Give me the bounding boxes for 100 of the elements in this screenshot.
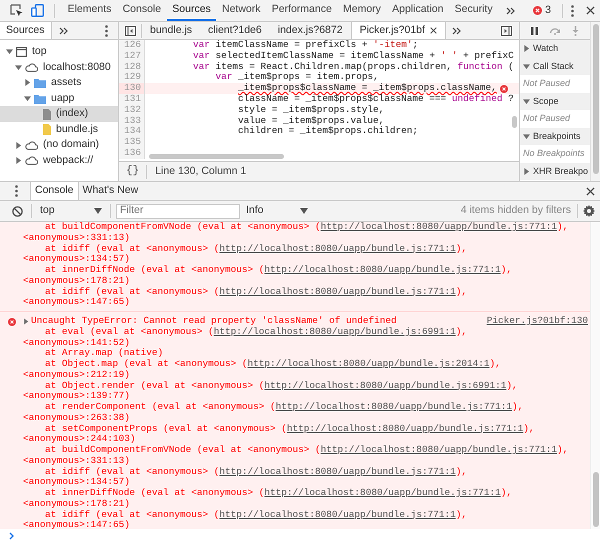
disclosure-triangle-icon[interactable] bbox=[24, 79, 31, 86]
line-number: 129 bbox=[119, 72, 145, 84]
stack-frame-text: at buildComponentFromVNode (eval at <anonymous> (http://localhost:8080/uapp/bundle.js:771:1), bbox=[44, 445, 570, 456]
stack-frame-text: at Array.map (native) bbox=[44, 348, 164, 359]
disclosure-triangle-icon[interactable] bbox=[523, 98, 530, 105]
file-tab[interactable]: index.js?6872 bbox=[270, 22, 351, 39]
tree-item[interactable]: top bbox=[0, 44, 118, 60]
section-header[interactable]: Scope bbox=[520, 92, 590, 110]
device-icon[interactable] bbox=[31, 4, 44, 17]
close-icon[interactable] bbox=[430, 27, 437, 34]
source-link[interactable]: http://localhost:8080/uapp/bundle.js:771:1 bbox=[276, 401, 512, 412]
source-link[interactable]: http://localhost:8080/uapp/bundle.js:771:1 bbox=[286, 422, 524, 434]
context-dropdown[interactable]: top bbox=[38, 203, 102, 219]
disclosure-triangle-icon[interactable] bbox=[15, 142, 22, 149]
disclosure-triangle-icon[interactable] bbox=[523, 45, 530, 52]
line-number: 131 bbox=[119, 94, 145, 105]
sidebar-toggle-icon[interactable] bbox=[501, 26, 512, 36]
source-link[interactable]: Picker.js?01bf:130 bbox=[486, 316, 588, 327]
caret-icon bbox=[300, 208, 308, 214]
line-number: 133 bbox=[119, 116, 145, 126]
panel-tab[interactable]: Security bbox=[449, 0, 498, 21]
tree-item[interactable]: localhost:8080 bbox=[0, 60, 118, 76]
empty-state-text: No Breakpoints bbox=[522, 147, 586, 160]
source-link[interactable]: http://localhost:8080/uapp/bundle.js:771:1 bbox=[219, 242, 456, 254]
disclosure-triangle-icon[interactable] bbox=[15, 64, 22, 71]
disclosure-triangle-icon[interactable] bbox=[523, 132, 530, 140]
section-header[interactable]: Call Stack bbox=[520, 58, 590, 75]
source-link[interactable]: http://localhost:8080/uapp/bundle.js:6991:1 bbox=[264, 380, 506, 390]
stack-frame-location: <anonymous>:331:13) bbox=[23, 456, 131, 466]
line-number: 130 bbox=[119, 83, 145, 94]
panel-tab[interactable]: Elements bbox=[62, 0, 117, 21]
stack-frame-text: at idiff (eval at <anonymous> (http://localhost:8080/uapp/bundle.js:771:1), bbox=[44, 466, 468, 477]
drawer-tab[interactable]: Console bbox=[30, 182, 79, 200]
panel-tab[interactable]: Memory bbox=[337, 0, 387, 21]
more-icon[interactable] bbox=[571, 4, 574, 16]
stack-frame-location: <anonymous>:263:38) bbox=[23, 412, 131, 424]
drawer-tab[interactable]: What's New bbox=[78, 182, 142, 200]
sidebar-toggle-icon[interactable] bbox=[125, 26, 136, 36]
disclosure-triangle-icon[interactable] bbox=[15, 157, 22, 164]
cloud-icon bbox=[25, 140, 38, 150]
close-icon[interactable] bbox=[586, 186, 595, 196]
disclosure-triangle-icon[interactable] bbox=[523, 62, 530, 70]
clear-console-icon[interactable] bbox=[12, 206, 23, 216]
double-chevron-icon[interactable] bbox=[58, 26, 68, 34]
error-count-button[interactable]: 3 bbox=[530, 2, 554, 18]
disclosure-triangle-icon[interactable] bbox=[23, 318, 29, 325]
level-dropdown[interactable]: Info bbox=[246, 203, 308, 219]
scrollbar-thumb[interactable] bbox=[149, 154, 284, 159]
more-icon[interactable] bbox=[105, 24, 108, 36]
pretty-print-button[interactable]: {} bbox=[119, 163, 146, 180]
panel-tab[interactable]: Application bbox=[386, 0, 450, 21]
section-header[interactable]: XHR Breakpo bbox=[520, 162, 590, 180]
source-link[interactable]: http://localhost:8080/uapp/bundle.js:771:1 bbox=[219, 466, 456, 476]
source-link[interactable]: http://localhost:8080/uapp/bundle.js:771:1 bbox=[219, 508, 456, 520]
source-link[interactable]: http://localhost:8080/uapp/bundle.js:771:1 bbox=[219, 286, 456, 296]
tree-item[interactable]: webpack:// bbox=[0, 153, 118, 169]
settings-icon[interactable] bbox=[583, 205, 595, 217]
stack-frame-text: at Object.map (eval at <anonymous> (http://localhost:8080/uapp/bundle.js:2014:1), bbox=[44, 359, 502, 370]
section-header[interactable]: Watch bbox=[520, 40, 590, 58]
pause-icon[interactable] bbox=[531, 26, 538, 34]
section-header[interactable]: Breakpoints bbox=[520, 128, 590, 145]
scrollbar-thumb[interactable] bbox=[592, 472, 598, 527]
source-link[interactable]: http://localhost:8080/uapp/bundle.js:6991:1 bbox=[214, 326, 456, 337]
file-tab[interactable]: Picker.js?01bf bbox=[350, 22, 446, 39]
source-link[interactable]: http://localhost:8080/uapp/bundle.js:771:1 bbox=[320, 222, 557, 232]
double-chevron-icon[interactable] bbox=[452, 26, 461, 34]
scrollbar-thumb[interactable] bbox=[512, 116, 517, 128]
stack-frame-text: at renderComponent (eval at <anonymous> (http://localhost:8080/uapp/bundle.js:771:1), bbox=[44, 402, 524, 413]
file-tab[interactable]: client?1de6 bbox=[200, 22, 270, 39]
double-chevron-icon[interactable] bbox=[506, 6, 516, 14]
stack-frame-text: at buildComponentFromVNode (eval at <anonymous> (http://localhost:8080/uapp/bundle.js:771:1), bbox=[44, 222, 570, 233]
inspect-icon[interactable] bbox=[10, 4, 23, 17]
sidebar-tab[interactable]: Sources bbox=[0, 22, 52, 39]
code-line: _item$props$className = _item$props.className, bbox=[237, 83, 497, 94]
source-link[interactable]: http://localhost:8080/uapp/bundle.js:771:1 bbox=[264, 264, 501, 275]
panel-tab[interactable]: Console bbox=[116, 0, 167, 21]
line-number: 132 bbox=[119, 104, 145, 116]
source-link[interactable]: http://localhost:8080/uapp/bundle.js:2014:1 bbox=[248, 358, 490, 369]
tree-item[interactable]: assets bbox=[0, 75, 118, 91]
code-line: children = _item$props.children; bbox=[237, 126, 418, 138]
disclosure-triangle-icon[interactable] bbox=[6, 48, 13, 56]
close-icon[interactable] bbox=[586, 6, 595, 15]
disclosure-triangle-icon[interactable] bbox=[523, 168, 530, 175]
panel-tab[interactable]: Performance bbox=[266, 0, 338, 21]
disclosure-triangle-icon[interactable] bbox=[24, 95, 31, 102]
source-link[interactable]: http://localhost:8080/uapp/bundle.js:771:1 bbox=[264, 487, 501, 498]
file-tab[interactable]: bundle.js bbox=[142, 22, 200, 39]
tree-item[interactable]: uapp bbox=[0, 90, 118, 106]
source-link[interactable]: http://localhost:8080/uapp/bundle.js:771:1 bbox=[320, 444, 557, 455]
stack-frame-location: <anonymous>:134:57) bbox=[23, 254, 131, 265]
tree-item[interactable]: bundle.js bbox=[0, 122, 118, 138]
tree-item[interactable]: (no domain) bbox=[0, 138, 118, 154]
scrollbar-thumb[interactable] bbox=[592, 24, 598, 174]
more-icon[interactable] bbox=[15, 185, 18, 197]
panel-tab[interactable]: Network bbox=[216, 0, 266, 21]
filter-field[interactable]: Filter bbox=[116, 204, 240, 218]
cloud-icon bbox=[25, 62, 38, 72]
stack-frame-location: <anonymous>:178:21) bbox=[23, 276, 131, 286]
tree-item[interactable]: (index) bbox=[0, 106, 118, 122]
cursor-position: Line 130, Column 1 bbox=[155, 164, 246, 179]
